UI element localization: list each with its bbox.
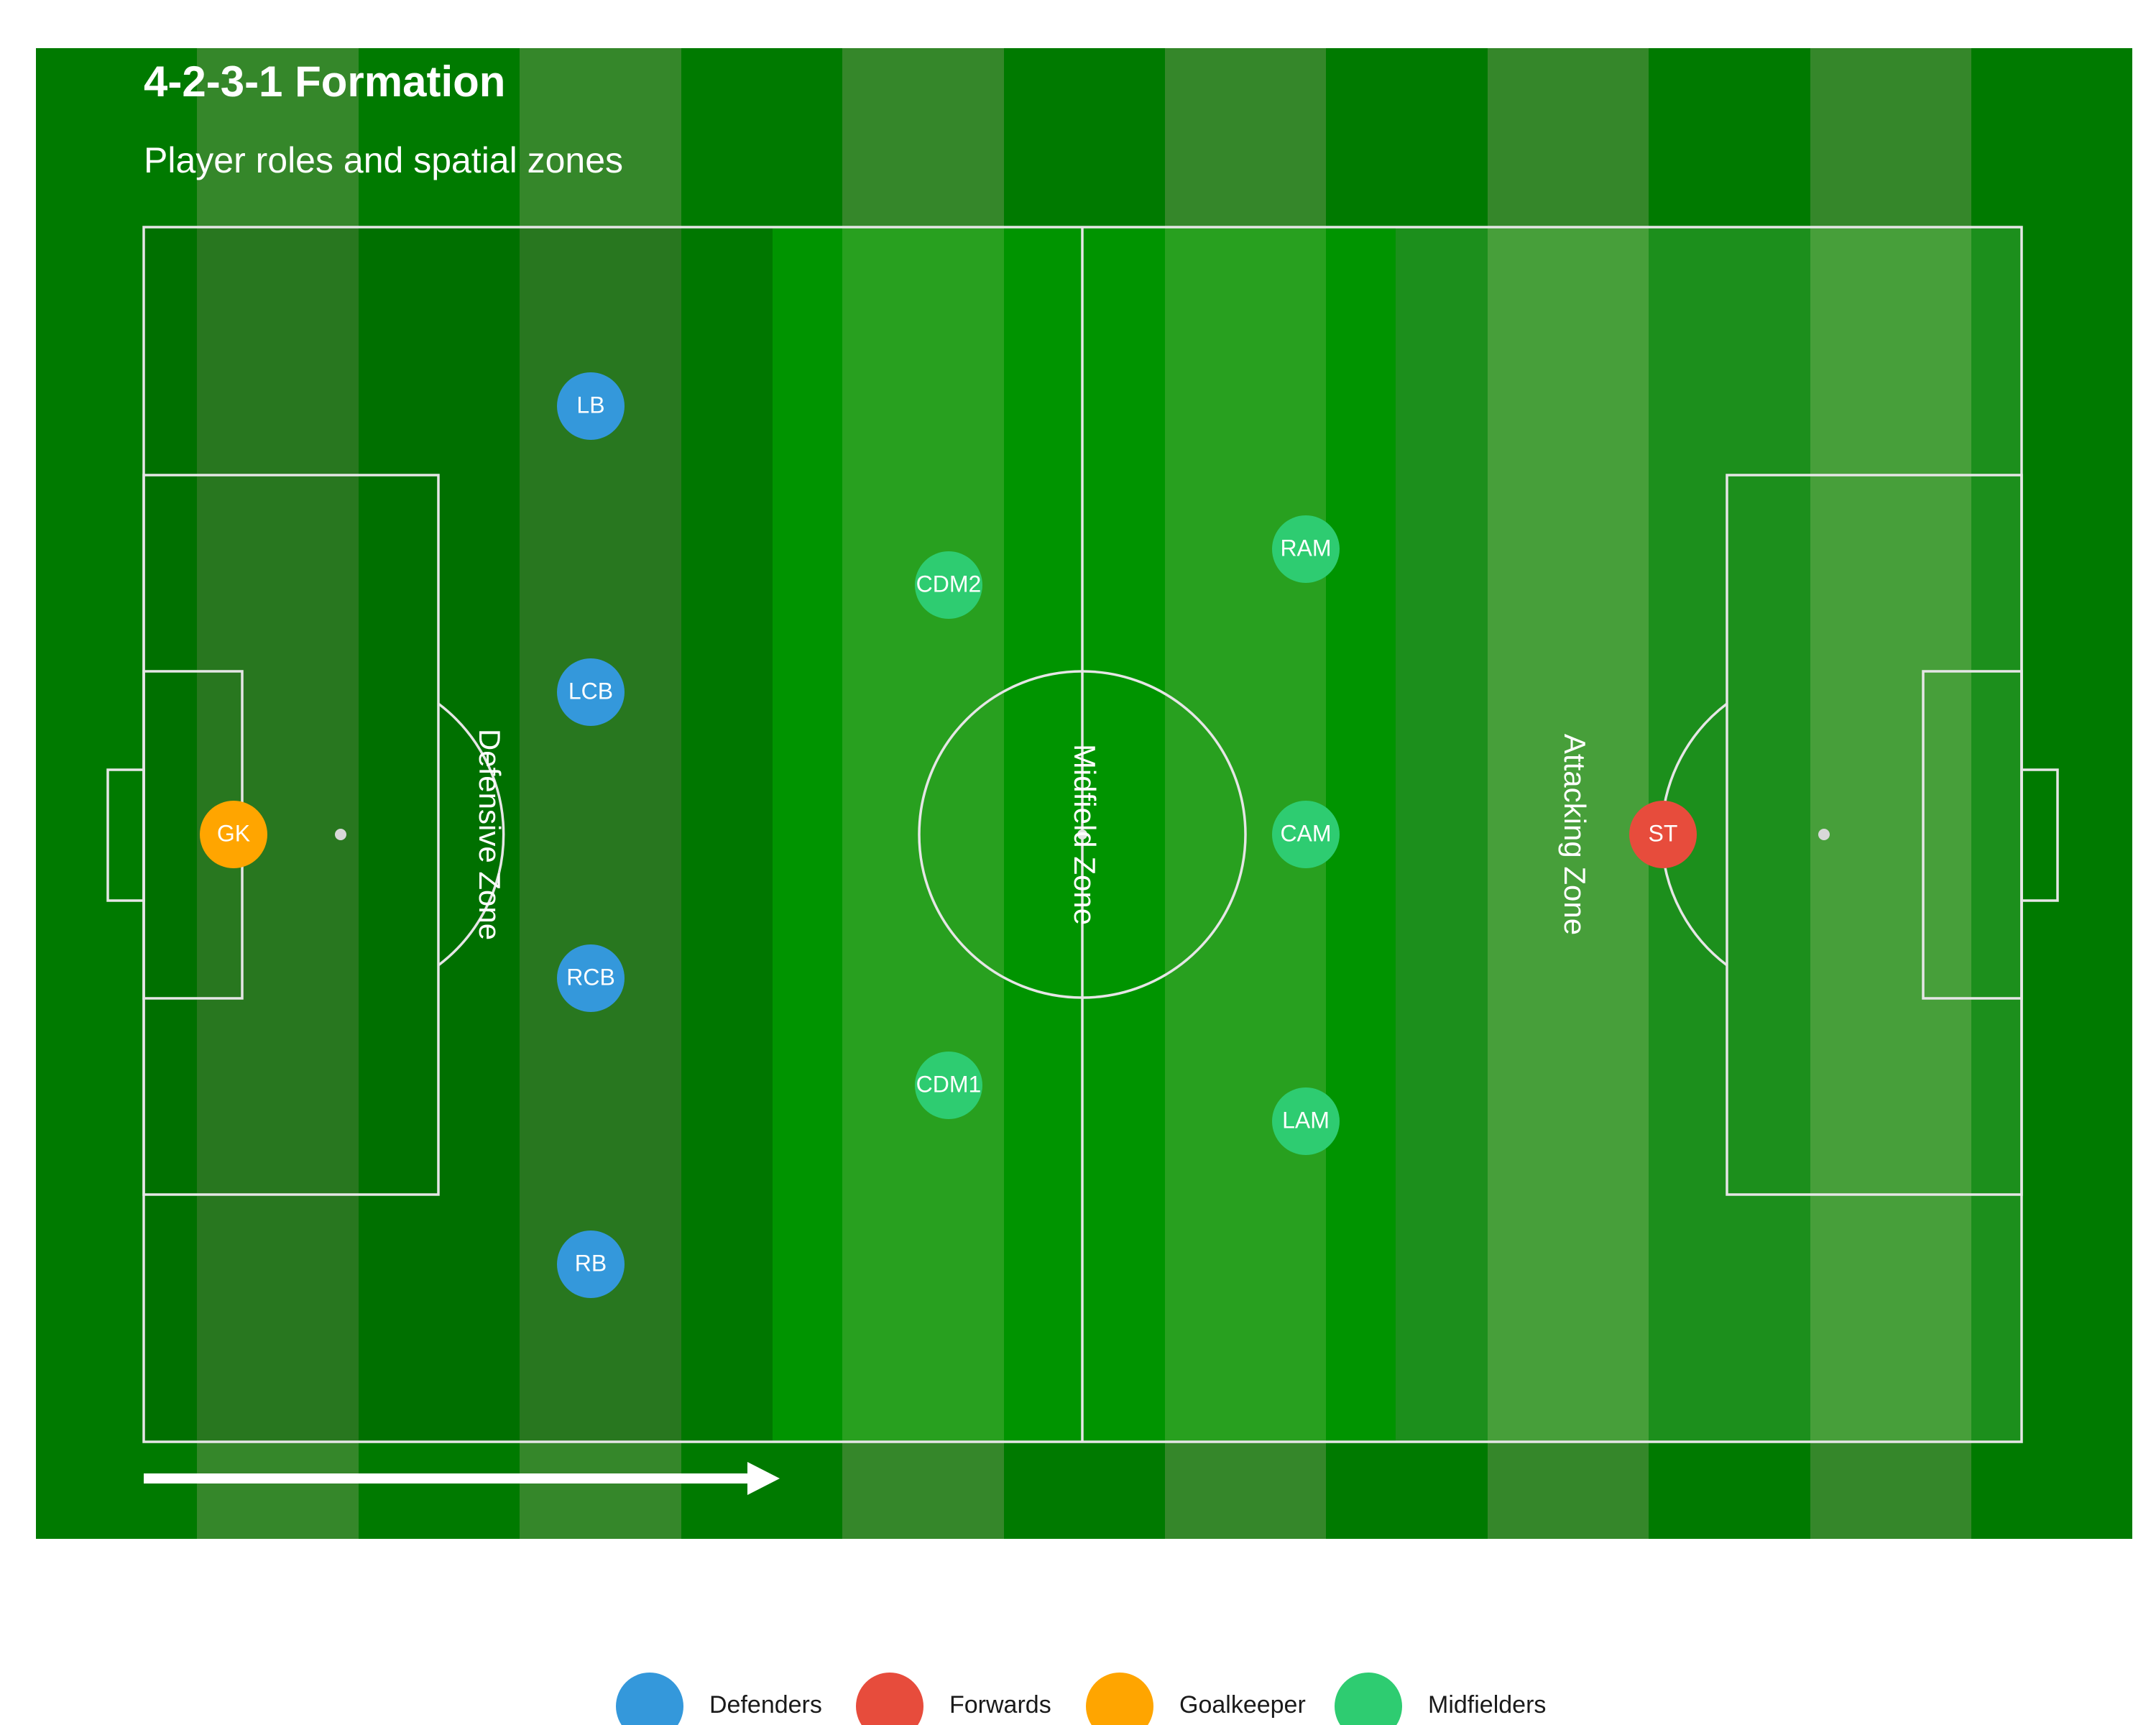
player-role-label: RB <box>575 1250 607 1276</box>
player-ram: RAM <box>1272 515 1340 583</box>
player-rcb: RCB <box>557 944 625 1012</box>
legend-swatch <box>856 1673 923 1725</box>
zone-stripe <box>681 227 773 1442</box>
player-lam: LAM <box>1272 1087 1340 1155</box>
player-role-label: ST <box>1649 820 1678 846</box>
player-role-label: CAM <box>1280 820 1331 846</box>
zone-stripe <box>1396 227 1488 1442</box>
left-penalty-spot <box>335 829 346 840</box>
player-lb: LB <box>557 372 625 440</box>
legend-label: Goalkeeper <box>1179 1691 1306 1719</box>
legend-label: Midfielders <box>1428 1691 1546 1719</box>
player-role-label: LCB <box>568 678 613 704</box>
chart-title: 4-2-3-1 Formation <box>144 58 505 106</box>
player-role-label: LAM <box>1282 1107 1330 1133</box>
player-lcb: LCB <box>557 658 625 726</box>
zone-stripe <box>773 227 842 1442</box>
player-role-label: CDM2 <box>916 571 982 597</box>
legend-item-forwards: Forwards <box>856 1673 1051 1725</box>
legend-swatch <box>1086 1673 1153 1725</box>
formation-diagram: Defensive Zone Midfield Zone Attacking Z… <box>36 48 2132 1725</box>
right-penalty-spot <box>1818 829 1830 840</box>
legend-swatch <box>1335 1673 1402 1725</box>
zone-label-midfield: Midfield Zone <box>1068 744 1102 925</box>
zone-stripe <box>144 227 197 1442</box>
legend-item-goalkeeper: Goalkeeper <box>1086 1673 1306 1725</box>
player-role-label: RCB <box>566 964 615 990</box>
zone-stripe <box>1971 227 2022 1442</box>
legend-label: Defenders <box>709 1691 822 1719</box>
player-role-label: RAM <box>1280 535 1331 561</box>
player-st: ST <box>1629 801 1697 868</box>
legend: Defenders Forwards Goalkeeper Midfielders <box>616 1673 1546 1725</box>
player-cdm2: CDM2 <box>915 551 982 619</box>
zone-label-attacking: Attacking Zone <box>1558 734 1592 935</box>
player-gk: GK <box>200 801 267 868</box>
chart-subtitle: Player roles and spatial zones <box>144 140 623 180</box>
legend-label: Forwards <box>949 1691 1051 1719</box>
player-role-label: CDM1 <box>916 1071 982 1097</box>
player-rb: RB <box>557 1230 625 1298</box>
legend-item-defenders: Defenders <box>616 1673 822 1725</box>
zone-stripe <box>842 227 1004 1442</box>
zone-stripe <box>1810 227 1971 1442</box>
legend-swatch <box>616 1673 683 1725</box>
zone-label-defensive: Defensive Zone <box>473 729 507 940</box>
player-cdm1: CDM1 <box>915 1052 982 1119</box>
legend-item-midfielders: Midfielders <box>1335 1673 1546 1725</box>
player-role-label: LB <box>576 392 604 418</box>
player-role-label: GK <box>217 820 250 846</box>
player-cam: CAM <box>1272 801 1340 868</box>
